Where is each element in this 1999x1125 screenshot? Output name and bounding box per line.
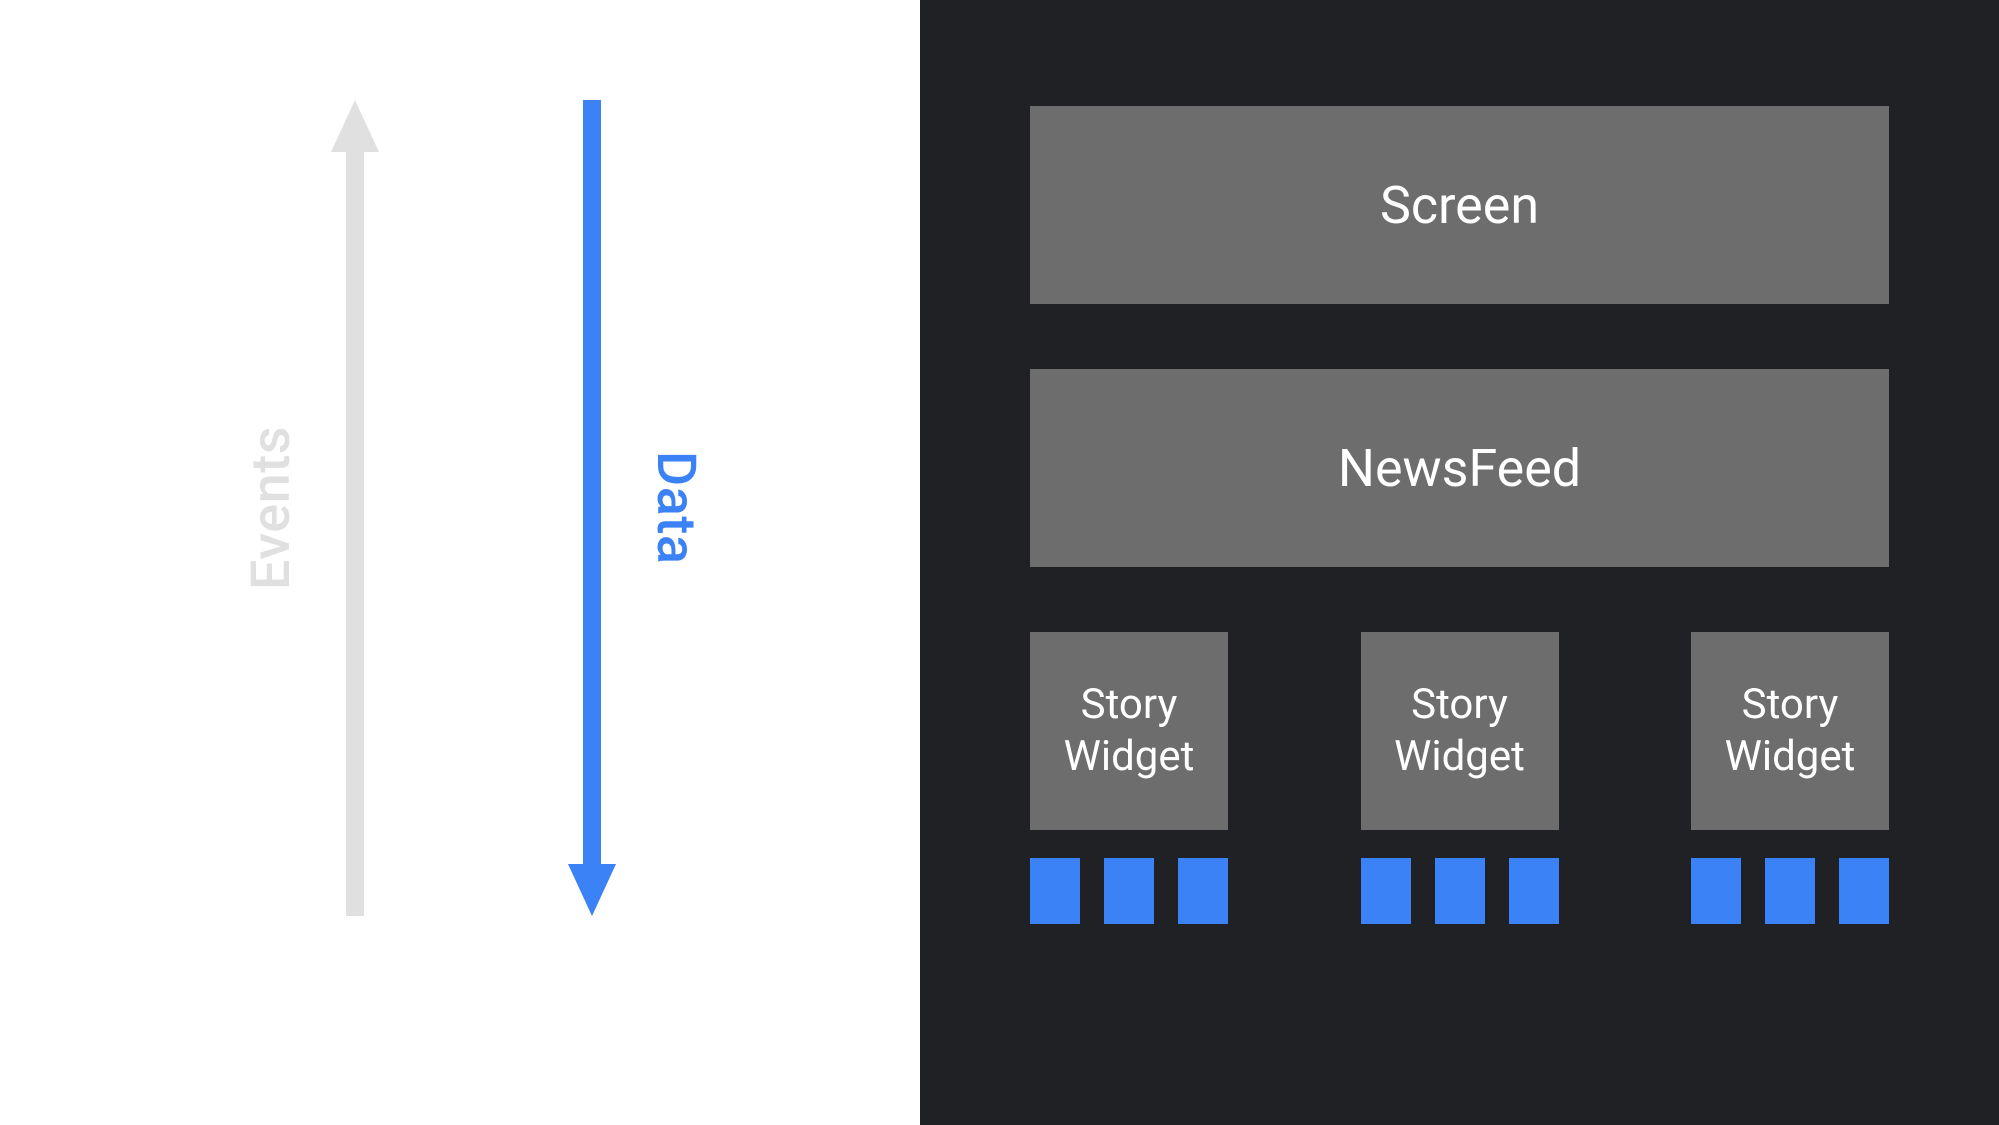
data-chip [1765,858,1815,924]
data-arrow-block: Data [568,100,707,916]
arrow-up-icon [331,100,379,916]
data-chip [1104,858,1154,924]
right-panel: Screen NewsFeed StoryWidget StoryWidget … [920,0,1999,1125]
data-chip [1839,858,1889,924]
diagram-stage: Events Data Screen NewsFeed StoryWidget … [0,0,1999,1125]
arrow-down-icon [568,100,616,916]
data-chip [1030,858,1080,924]
data-chip [1361,858,1411,924]
data-chip [1509,858,1559,924]
story-widget-label: StoryWidget [1064,679,1195,784]
left-panel: Events Data [0,0,920,1125]
widget-row: StoryWidget StoryWidget StoryWidget [1030,632,1889,830]
story-widget-label: StoryWidget [1725,679,1856,784]
newsfeed-box: NewsFeed [1030,369,1889,567]
story-widget-box: StoryWidget [1691,632,1889,830]
data-chip [1691,858,1741,924]
chips-row [1030,858,1889,924]
events-arrow-block: Events [240,100,379,916]
chip-group [1691,858,1889,924]
chip-group [1361,858,1559,924]
chip-group [1030,858,1228,924]
screen-box-label: Screen [1380,175,1539,236]
data-chip [1178,858,1228,924]
data-chip [1435,858,1485,924]
story-widget-box: StoryWidget [1030,632,1228,830]
screen-box: Screen [1030,106,1889,304]
story-widget-box: StoryWidget [1361,632,1559,830]
newsfeed-box-label: NewsFeed [1338,438,1581,499]
data-label: Data [644,451,707,564]
events-label: Events [240,426,303,590]
story-widget-label: StoryWidget [1394,679,1525,784]
